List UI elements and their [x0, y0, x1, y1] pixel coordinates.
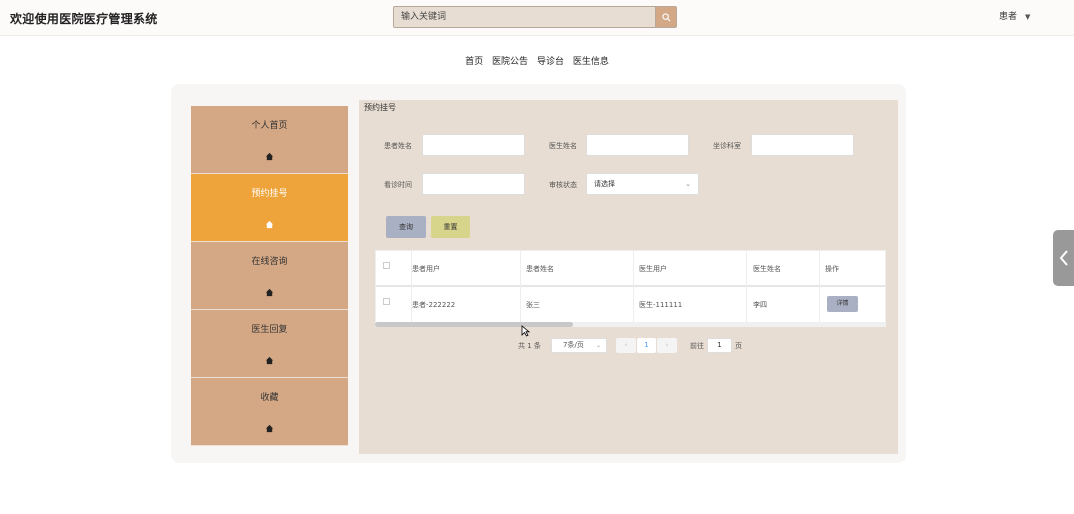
query-button[interactable]: 查询	[386, 216, 426, 238]
next-page-button[interactable]: ›	[657, 338, 677, 353]
caret-down-icon: ▼	[1025, 13, 1031, 21]
cell-patient-user: 患者-222222	[412, 301, 456, 309]
chevron-down-icon: ⌄	[685, 180, 691, 188]
home-icon	[265, 424, 274, 433]
side-drawer-toggle[interactable]	[1053, 230, 1074, 286]
sidebar-item-doctor-reply[interactable]: 医生回复	[191, 310, 348, 378]
page-size-select[interactable]: 7条/页 ⌄	[551, 338, 607, 353]
top-nav: 首页 医院公告 导诊台 医生信息	[0, 54, 1074, 67]
reset-button[interactable]: 重置	[431, 216, 470, 238]
nav-doctor-info[interactable]: 医生信息	[573, 54, 609, 67]
column-divider	[411, 251, 412, 323]
scrollbar-thumb[interactable]	[375, 322, 573, 327]
column-divider	[520, 251, 521, 323]
sidebar-item-label: 收藏	[260, 393, 279, 403]
patient-name-input[interactable]	[422, 134, 525, 156]
detail-button[interactable]: 详情	[827, 296, 858, 312]
nav-home[interactable]: 首页	[465, 54, 483, 67]
table-header-doctor-name: 医生姓名	[753, 265, 781, 273]
cell-doctor-name: 李四	[753, 301, 767, 309]
home-icon	[265, 220, 274, 229]
user-label: 患者	[999, 12, 1018, 22]
cell-doctor-user: 医生-111111	[639, 301, 683, 309]
page-number-current[interactable]: 1	[637, 338, 656, 353]
nav-hospital-notice[interactable]: 医院公告	[492, 54, 528, 67]
chevron-down-icon: ⌄	[595, 342, 601, 349]
goto-page-input[interactable]: 1	[707, 338, 732, 353]
table-header-patient-user: 患者用户	[412, 265, 440, 273]
patient-name-label: 患者姓名	[384, 142, 412, 150]
review-status-label: 审核状态	[549, 181, 577, 189]
sidebar-item-appointment[interactable]: 预约挂号	[191, 174, 348, 242]
goto-prefix: 前往	[690, 342, 704, 350]
home-icon	[265, 152, 274, 161]
visit-time-input[interactable]	[422, 173, 525, 195]
nav-guide-desk[interactable]: 导诊台	[537, 54, 564, 67]
sidebar-item-label: 医生回复	[251, 325, 288, 335]
sidebar-item-label: 预约挂号	[251, 189, 288, 199]
sidebar-item-favorites[interactable]: 收藏	[191, 378, 348, 446]
header-divider	[376, 285, 885, 287]
app-title: 欢迎使用医院医疗管理系统	[10, 12, 158, 26]
sidebar-item-label: 个人首页	[251, 121, 288, 131]
column-divider	[819, 251, 820, 323]
sidebar-item-personal-home[interactable]: 个人首页	[191, 106, 348, 174]
table-header-action: 操作	[825, 265, 839, 273]
home-icon	[265, 356, 274, 365]
chevron-left-icon	[1059, 250, 1068, 266]
review-status-select[interactable]: 请选择 ⌄	[586, 173, 699, 195]
user-menu[interactable]: 患者 ▼	[999, 9, 1030, 22]
visit-time-label: 看诊时间	[384, 181, 412, 189]
pagination-total: 共 1 条	[518, 342, 541, 350]
department-label: 坐诊科室	[713, 142, 741, 150]
department-input[interactable]	[751, 134, 854, 156]
sidebar-item-online-consult[interactable]: 在线咨询	[191, 242, 348, 310]
page-title: 预约挂号	[364, 103, 396, 112]
column-divider	[746, 251, 747, 323]
top-header: 欢迎使用医院医疗管理系统 患者 ▼	[0, 0, 1074, 36]
column-divider	[633, 251, 634, 323]
sidebar: 个人首页 预约挂号 在线咨询 医生回复 收藏	[191, 106, 348, 446]
cell-patient-name: 张三	[526, 301, 540, 309]
doctor-name-input[interactable]	[586, 134, 689, 156]
search-input[interactable]	[394, 7, 656, 27]
home-icon	[265, 288, 274, 297]
table-header-patient-name: 患者姓名	[526, 265, 554, 273]
sidebar-item-label: 在线咨询	[251, 257, 288, 267]
search-icon	[661, 12, 670, 21]
goto-suffix: 页	[735, 342, 742, 350]
search-button[interactable]	[655, 7, 676, 27]
appointment-table	[375, 250, 886, 327]
search-box	[393, 6, 677, 28]
table-scrollbar[interactable]	[375, 322, 886, 327]
select-all-checkbox[interactable]	[383, 262, 390, 269]
row-checkbox[interactable]	[383, 298, 390, 305]
prev-page-button[interactable]: ‹	[616, 338, 636, 353]
review-status-value: 请选择	[594, 180, 615, 188]
mouse-cursor-icon	[521, 325, 530, 337]
table-header-doctor-user: 医生用户	[639, 265, 667, 273]
doctor-name-label: 医生姓名	[549, 142, 577, 150]
page-size-value: 7条/页	[563, 341, 584, 349]
